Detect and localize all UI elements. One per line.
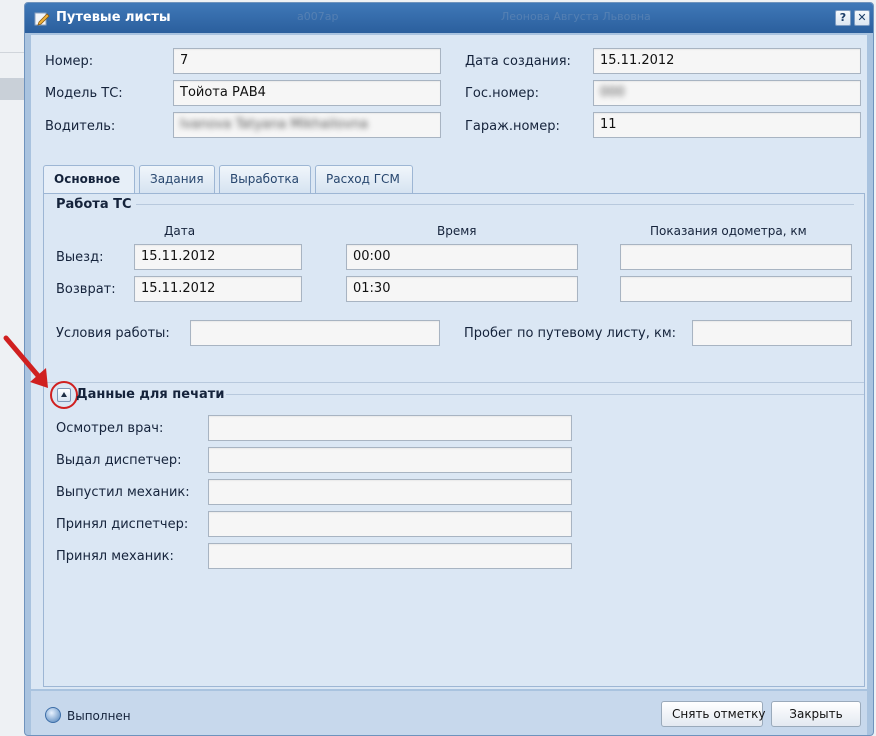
return-date-field[interactable]: 15.11.2012 <box>134 276 302 302</box>
status-text: Выполнен <box>67 709 131 723</box>
close-button[interactable]: Закрыть <box>771 701 861 727</box>
dialog-titlebar[interactable]: a007ap Леонова Августа Львовна Путевые л… <box>25 3 873 33</box>
print-row-label-1: Осмотрел врач: <box>56 421 164 436</box>
print-fieldset-border <box>44 382 864 383</box>
print-row-label-5: Принял механик: <box>56 549 174 564</box>
print-row-label-2: Выдал диспетчер: <box>56 453 182 468</box>
background-ghost-text-1: a007ap <box>297 10 339 23</box>
date-column-header: Дата <box>164 224 196 238</box>
mileage-field[interactable] <box>692 320 852 346</box>
driver-value: Ivanova Tatyana Mikhailovna <box>180 117 368 132</box>
mechanic-released-field[interactable] <box>208 479 572 505</box>
tab-output[interactable]: Выработка <box>219 165 311 193</box>
plate-number-label: Гос.номер: <box>465 86 540 101</box>
created-date-label: Дата создания: <box>465 54 571 69</box>
print-fieldset-title-line <box>226 394 864 395</box>
print-row-label-4: Принял диспетчер: <box>56 517 189 532</box>
doctor-field[interactable] <box>208 415 572 441</box>
conditions-label: Условия работы: <box>56 326 170 341</box>
print-row-label-3: Выпустил механик: <box>56 485 190 500</box>
background-sidebar-block <box>0 78 24 100</box>
model-label: Модель ТС: <box>45 86 123 101</box>
dialog-footer: Выполнен Снять отметку Закрыть <box>31 691 867 735</box>
tab-panel-main: Работа ТС Дата Время Показания одометра,… <box>43 193 865 687</box>
print-section-title: Данные для печати <box>76 387 225 402</box>
driver-label: Водитель: <box>45 119 116 134</box>
return-label: Возврат: <box>56 282 116 297</box>
departure-time-field[interactable]: 00:00 <box>346 244 578 270</box>
status-icon <box>45 707 61 723</box>
tab-tasks[interactable]: Задания <box>139 165 215 193</box>
waybill-dialog: a007ap Леонова Августа Львовна Путевые л… <box>24 2 874 736</box>
odometer-column-header: Показания одометра, км <box>650 224 807 238</box>
mechanic-received-field[interactable] <box>208 543 572 569</box>
dispatcher-received-field[interactable] <box>208 511 572 537</box>
number-field[interactable]: 7 <box>173 48 441 74</box>
tab-strip: Основное Задания Выработка Расход ГСМ <box>43 165 865 195</box>
mileage-label: Пробег по путевому листу, км: <box>464 326 677 341</box>
tab-main[interactable]: Основное <box>43 165 135 195</box>
vehicle-model-field[interactable]: Тойота РАВ4 <box>173 80 441 106</box>
garage-number-field[interactable]: 11 <box>593 112 861 138</box>
background-ghost-text-2: Леонова Августа Львовна <box>501 10 651 23</box>
tab-fuel-consumption[interactable]: Расход ГСМ <box>315 165 413 193</box>
departure-date-field[interactable]: 15.11.2012 <box>134 244 302 270</box>
plate-number-value: 000 <box>600 85 625 100</box>
created-date-field[interactable]: 15.11.2012 <box>593 48 861 74</box>
plate-number-field[interactable]: 000 <box>593 80 861 106</box>
time-column-header: Время <box>437 224 477 238</box>
work-fieldset-border <box>136 204 854 205</box>
background-divider <box>0 52 24 53</box>
number-label: Номер: <box>45 54 94 69</box>
help-button[interactable]: ? <box>835 10 851 26</box>
dispatcher-issued-field[interactable] <box>208 447 572 473</box>
driver-field[interactable]: Ivanova Tatyana Mikhailovna <box>173 112 441 138</box>
close-window-button[interactable]: ✕ <box>854 10 870 26</box>
garage-number-label: Гараж.номер: <box>465 119 560 134</box>
departure-label: Выезд: <box>56 250 104 265</box>
unmark-button[interactable]: Снять отметку <box>661 701 765 727</box>
edit-icon <box>34 12 50 26</box>
dialog-title: Путевые листы <box>56 10 171 25</box>
return-time-field[interactable]: 01:30 <box>346 276 578 302</box>
annotation-arrow-icon <box>3 335 48 388</box>
conditions-field[interactable] <box>190 320 440 346</box>
work-section-title: Работа ТС <box>56 197 132 212</box>
dialog-body: Номер: 7 Модель ТС: Тойота РАВ4 Водитель… <box>31 35 867 689</box>
departure-odometer-field[interactable] <box>620 244 852 270</box>
return-odometer-field[interactable] <box>620 276 852 302</box>
